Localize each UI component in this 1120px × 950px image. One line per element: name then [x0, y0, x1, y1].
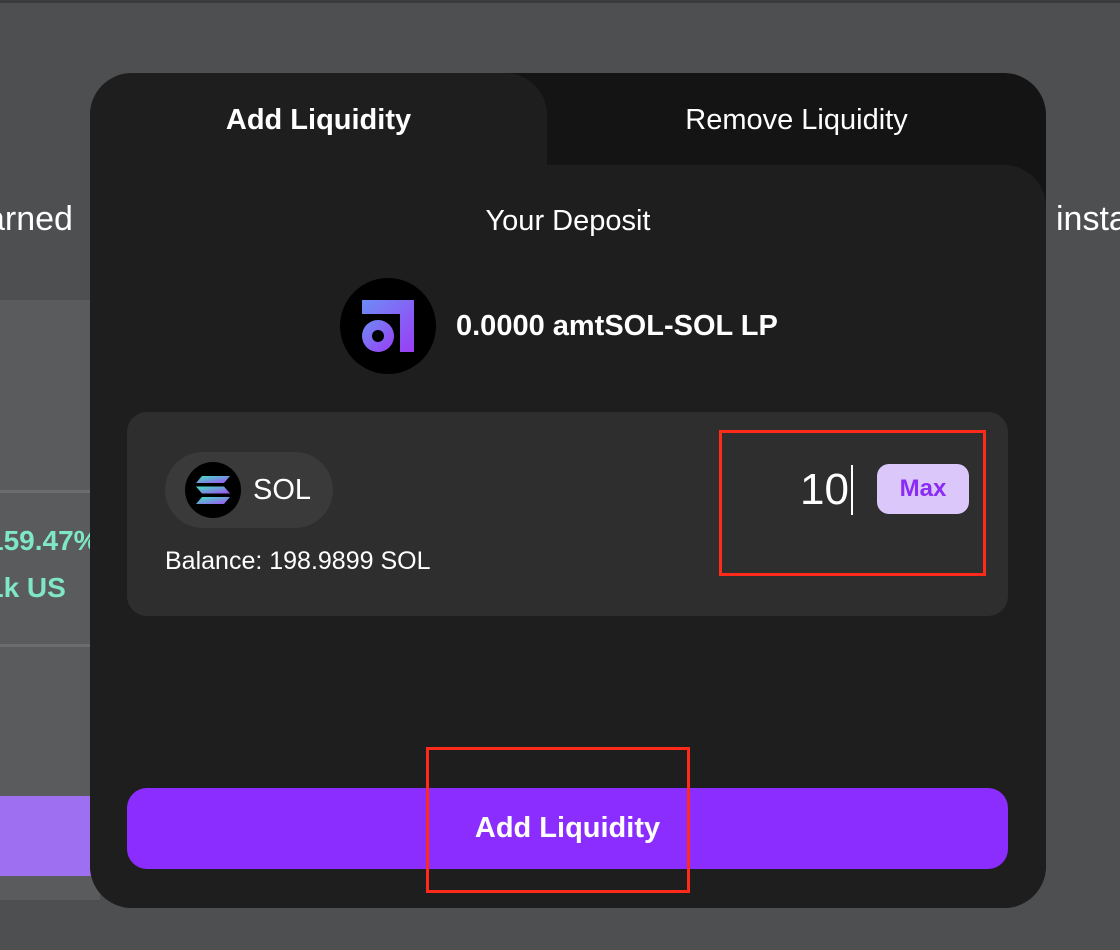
token-name: SOL: [253, 473, 312, 506]
token-selector[interactable]: SOL: [165, 452, 334, 528]
lp-balance-row: 0.0000 amtSOL-SOL LP: [340, 278, 778, 374]
background-top-line: [0, 0, 1120, 3]
amt-logo-icon: [340, 278, 436, 374]
background-tvl-stat: 1k US: [0, 572, 66, 603]
amount-highlight-box: [719, 430, 986, 576]
background-divider: [0, 490, 100, 493]
token-balance: Balance: 198.9899 SOL: [165, 547, 431, 575]
tab-remove-liquidity[interactable]: Remove Liquidity: [547, 73, 1046, 167]
button-highlight-box: [426, 747, 690, 893]
background-apy-stat: 159.47%: [0, 525, 99, 556]
your-deposit-title: Your Deposit: [485, 205, 651, 237]
background-left-text: arned: [0, 200, 73, 238]
tab-add-liquidity[interactable]: Add Liquidity: [90, 73, 547, 167]
background-divider: [0, 644, 100, 647]
lp-amount: 0.0000 amtSOL-SOL LP: [456, 309, 778, 342]
solana-icon: [185, 462, 241, 518]
background-button: [0, 796, 100, 876]
background-right-text: insta: [1056, 200, 1120, 238]
